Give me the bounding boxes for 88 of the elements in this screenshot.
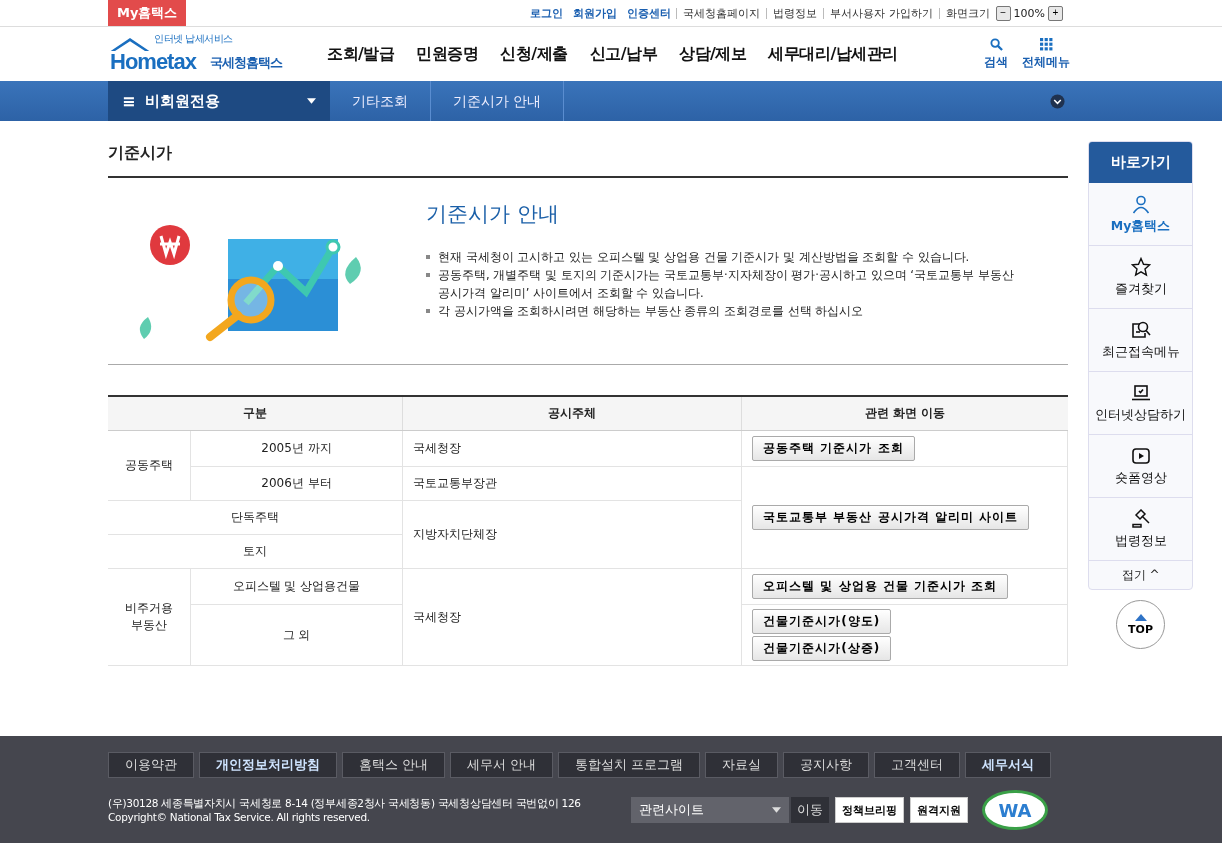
header-tool-button[interactable]: 검색 [984, 37, 1008, 71]
table-cell: 공동주택 [124, 458, 173, 472]
top-link[interactable]: 로그인 [525, 7, 569, 19]
laptop-icon [1130, 382, 1151, 403]
quick-menu-item[interactable]: 즐겨찾기 [1089, 246, 1192, 309]
go-button[interactable]: 이동 [791, 797, 829, 823]
lookup-button[interactable]: 공동주택 기준시가 조회 [752, 436, 915, 461]
expand-icon[interactable] [1050, 93, 1065, 109]
user-icon [1130, 193, 1151, 214]
intro-bullet: 현재 국세청이 고시하고 있는 오피스텔 및 상업용 건물 기준시가 및 계산방법을 조회할 수 있습니다. [438, 249, 970, 266]
table-cell: 토지 [243, 544, 268, 558]
top-link[interactable]: 부서사용자 가입하기 [823, 7, 939, 19]
breadcrumb-item[interactable]: 기타조회 [330, 81, 431, 121]
quick-menu-item[interactable]: My홈택스 [1089, 183, 1192, 246]
table-cell: 2005년 까지 [261, 441, 332, 455]
search-icon [989, 37, 1003, 51]
logo-name[interactable]: 국세청홈택스 [210, 54, 282, 72]
quick-menu-item[interactable]: 인터넷상담하기 [1089, 372, 1192, 435]
main-menu-item[interactable]: 세무대리/납세관리 [757, 43, 909, 65]
main-menu-item[interactable]: 신청/제출 [489, 43, 579, 65]
zoom-in-button[interactable]: + [1048, 5, 1063, 21]
footer-link[interactable]: 고객센터 [874, 752, 961, 778]
web-accessibility-mark: WA [982, 790, 1048, 830]
table-cell: 비주거용 부동산 [124, 601, 173, 632]
table-cell: 지방자치단체장 [413, 527, 498, 541]
collapse-link[interactable]: 접기 ^ [1089, 561, 1192, 589]
top-link[interactable]: 국세청홈페이지 [676, 7, 767, 19]
column-header: 관련 화면 이동 [741, 396, 1068, 431]
quick-menu-title: 바로가기 [1089, 142, 1192, 183]
footer-link[interactable]: 홈택스 안내 [342, 752, 446, 778]
intro-bullet: 공동주택, 개별주택 및 토지의 기준시가는 국토교통부·지자체장이 평가·공시하고 있으며 ‘국토교통부 부동산 공시가격 알리미’ 사이트에서 조회할 수 있습니다. [438, 267, 1015, 302]
main-menu-item[interactable]: 상담/제보 [668, 43, 758, 65]
main-menu-item[interactable]: 신고/납부 [578, 43, 669, 65]
header-tool-button[interactable]: 전체메뉴 [1022, 37, 1070, 71]
table-cell: 단독주택 [231, 510, 280, 524]
lookup-button[interactable]: 건물기준시가(양도) [752, 609, 892, 634]
main-menu-item[interactable]: 민원증명 [405, 43, 490, 65]
footer-link[interactable]: 자료실 [705, 752, 779, 778]
top-link[interactable]: 회원가입 [568, 7, 623, 19]
lookup-button[interactable]: 국토교통부 부동산 공시가격 알리미 사이트 [752, 505, 1029, 530]
copyright-text: Copyright© National Tax Service. All rights reserved. [108, 810, 371, 824]
caret-icon [772, 807, 781, 813]
lookup-button[interactable]: 건물기준시가(상증) [752, 636, 892, 661]
intro-bullet: 각 공시가액을 조회하시려면 해당하는 부동산 종류의 조회경로를 선택 하십시오 [438, 303, 864, 320]
recent-icon [1130, 319, 1151, 340]
footer-link[interactable]: 개인정보처리방침 [199, 752, 337, 778]
column-header: 공시주체 [402, 396, 742, 431]
up-arrow-icon [1134, 613, 1147, 621]
table-cell: 국세청장 [413, 441, 462, 455]
table-cell: 국세청장 [413, 609, 462, 624]
table-cell: 그 외 [282, 627, 311, 642]
scroll-top-button[interactable]: TOP [1116, 600, 1165, 649]
quick-menu-item[interactable]: 숏폼영상 [1089, 435, 1192, 498]
footer-link[interactable]: 세무서식 [965, 752, 1052, 778]
top-link[interactable]: 인증센터 [622, 7, 677, 19]
breadcrumb-item[interactable]: 기준시가 안내 [431, 81, 565, 121]
my-hometax-tab[interactable]: My홈택스 [108, 0, 187, 26]
footer-address: (우)30128 세종특별자치시 국세청로 8-14 (정부세종2청사 국세청동) 국세청상담센터 국번없이 126 [108, 796, 582, 810]
quick-menu-item[interactable]: 법령정보 [1089, 498, 1192, 561]
footer-link[interactable]: 통합설치 프로그램 [558, 752, 701, 778]
top-link[interactable]: 법령정보 [766, 7, 824, 19]
house-icon [108, 37, 152, 52]
column-header: 구분 [108, 396, 403, 431]
gavel-icon [1130, 508, 1151, 529]
footer-link[interactable]: 세무서 안내 [450, 752, 554, 778]
intro-title: 기준시가 안내 [426, 201, 560, 228]
footer-banner-button[interactable]: 원격지원 [910, 797, 968, 823]
logo-tagline: 인터넷 납세서비스 [154, 32, 233, 46]
logo-wordmark[interactable]: Hometax [110, 49, 196, 75]
table-cell: 국토교통부장관 [413, 476, 498, 490]
footer-banner-button[interactable]: 정책브리핑 [835, 797, 904, 823]
zoom-out-button[interactable]: − [995, 5, 1011, 21]
caret-icon [307, 98, 316, 104]
lookup-button[interactable]: 오피스텔 및 상업용 건물 기준시가 조회 [752, 574, 1009, 599]
zoom-value: 100% [1012, 6, 1046, 20]
footer-link[interactable]: 이용약관 [108, 752, 194, 778]
section-dropdown[interactable]: ≡ 비회원전용 [108, 81, 330, 121]
zoom-label: 화면크기 [938, 7, 996, 19]
grid-menu-icon [1039, 37, 1053, 51]
page-title: 기준시가 [108, 121, 1068, 178]
quick-menu-item[interactable]: 최근접속메뉴 [1089, 309, 1192, 372]
star-icon [1130, 256, 1151, 277]
related-site-select[interactable]: 관련사이트 [631, 797, 789, 823]
footer-link[interactable]: 공지사항 [783, 752, 870, 778]
table-cell: 2006년 부터 [261, 476, 332, 490]
main-menu-item[interactable]: 조회/발급 [316, 43, 406, 65]
play-icon [1130, 445, 1151, 466]
table-cell: 오피스텔 및 상업용건물 [232, 579, 361, 593]
